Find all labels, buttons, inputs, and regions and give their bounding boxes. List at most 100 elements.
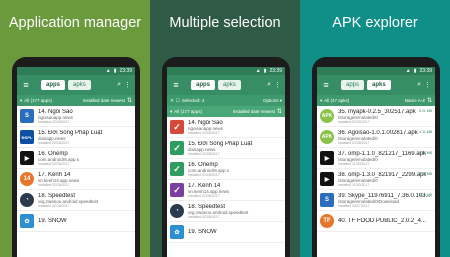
list-item[interactable]: ĐSPL 15. Đời Sống Pháp Luật doisapp.news I… [17, 127, 135, 148]
filter-label[interactable]: All (47 apks) [324, 98, 349, 103]
status-time: 23:39 [269, 68, 282, 74]
apk-date: Installed 02/28/2017 [338, 119, 370, 124]
sort-icon[interactable]: ⇅ [127, 97, 132, 104]
apk-icon: APK [320, 130, 334, 144]
apk-size: 31.9 MB [418, 193, 432, 197]
list-item[interactable]: TF 40. TF FOOD PUBLIC_2.0.2_4... [317, 211, 435, 232]
list-item[interactable]: ◔ 18. Speedtest org.zwanoo.android.speedt… [167, 201, 285, 222]
speedometer-icon: ◔ [170, 204, 184, 218]
app-date: Installed 02/28/2017 [38, 203, 70, 208]
apk-size: 5.21 MB [418, 109, 432, 113]
panel-apk-explorer: APK explorer ▲ ▮ 23:39 ≡ apps apks ⌕ ⋮ ▾ [300, 0, 450, 257]
app-icon: ĐSPL [20, 130, 34, 144]
sort-label[interactable]: Installed date newest [83, 98, 125, 103]
panel-title: Multiple selection [169, 15, 281, 31]
tab-apks[interactable]: apks [218, 80, 241, 90]
menu-icon[interactable]: ≡ [171, 80, 181, 90]
list-item[interactable]: APK 36. Agoisao-1.0.1.002817.apk/storage… [317, 127, 435, 148]
sort-label[interactable]: Name A-Z [405, 98, 425, 103]
list-item[interactable]: APK 35. myapk-0.2.5_302517.apk/storage/e… [317, 106, 435, 127]
list-item[interactable]: S 14. Ngôi Sao ngoisaoapp.news Installed 0… [17, 106, 135, 127]
filter-chevron-icon[interactable]: ▾ [170, 109, 172, 115]
play-icon: ▶ [320, 172, 334, 186]
toolbar: ≡ apps apks ⌕ ⋮ [317, 75, 435, 95]
tab-group: apps apks [191, 80, 241, 90]
tab-group: apps apks [341, 80, 391, 90]
list-item[interactable]: ▶ 16. Onemp com.androidr8.app.s Installed … [17, 148, 135, 169]
play-icon: ▶ [320, 151, 334, 165]
list-item[interactable]: ✿ 19. SNOW [17, 211, 135, 232]
tab-apks[interactable]: apks [68, 80, 91, 90]
status-bar: ▲ ▮ 23:39 [17, 67, 135, 75]
panel-title: Application manager [8, 15, 142, 31]
list-item[interactable]: ✓ 14. Ngôi Sao ngoisaoapp.news Installed 0… [167, 117, 285, 138]
battery-icon: ▮ [263, 68, 267, 74]
app-icon: ✿ [20, 214, 34, 228]
sort-icon[interactable]: ⇅ [277, 108, 282, 115]
battery-icon: ▮ [113, 68, 117, 74]
signal-icon: ▲ [405, 68, 411, 74]
filter-chevron-icon[interactable]: ▾ [20, 98, 22, 104]
list-item[interactable]: ✓ 15. Đời Sống Pháp Luật doisapp.news Inst… [167, 138, 285, 159]
tab-apps[interactable]: apps [191, 80, 216, 90]
search-icon[interactable]: ⌕ [267, 81, 271, 89]
search-icon[interactable]: ⌕ [117, 81, 121, 89]
app-icon: ✿ [170, 225, 184, 239]
tab-apks[interactable]: apks [367, 80, 391, 90]
menu-icon[interactable]: ≡ [321, 80, 331, 90]
tab-apps[interactable]: apps [41, 80, 66, 90]
apk-date: Installed 02/27/2017 [338, 203, 370, 208]
list-item[interactable]: ✿ 19. SNOW [167, 222, 285, 243]
apk-icon: APK [320, 109, 334, 123]
apk-icon: TF [320, 214, 334, 228]
app-name: 19. SNOW [38, 218, 67, 224]
battery-icon: ▮ [413, 68, 417, 74]
apk-list: APK 35. myapk-0.2.5_302517.apk/storage/e… [317, 106, 435, 232]
menu-icon[interactable]: ≡ [21, 80, 31, 90]
checked-icon[interactable]: ✓ [170, 141, 184, 155]
app-date: Installed 02/28/2017 [188, 172, 220, 177]
app-date: Installed 02/28/2017 [38, 140, 70, 145]
checked-icon[interactable]: ✓ [170, 120, 184, 134]
apk-size: 6.81 MB [418, 151, 432, 155]
list-item[interactable]: ▶ 38. omp-1.3.0_821917_2299.apk/storage/… [317, 169, 435, 190]
filter-label[interactable]: All (177 apps) [24, 98, 52, 103]
signal-icon: ▲ [255, 68, 261, 74]
app-date: Installed 02/28/2017 [188, 130, 220, 135]
apk-name: 40. TF FOOD PUBLIC_2.0.2_4... [338, 218, 426, 224]
checked-icon[interactable]: ✓ [170, 183, 184, 197]
more-icon[interactable]: ⋮ [124, 81, 131, 89]
app-list: S 14. Ngôi Sao ngoisaoapp.news Installed 0… [17, 106, 135, 232]
more-icon[interactable]: ⋮ [424, 81, 431, 89]
filter-label[interactable]: All (177 apps) [174, 109, 202, 114]
search-icon[interactable]: ⌕ [417, 81, 421, 89]
play-icon: ▶ [20, 151, 34, 165]
list-item[interactable]: ▶ 37. omp-1.1.0_821217_1169.apk/storage/… [317, 148, 435, 169]
selection-bar: ✕ ☐ Selected: 4 Options ▾ [167, 95, 285, 106]
panel-multiple-selection: Multiple selection ▲ ▮ 23:39 ≡ apps apks… [150, 0, 300, 257]
select-all-icon[interactable]: ☐ [176, 98, 180, 104]
sort-label[interactable]: Installed date newest [233, 109, 275, 114]
sort-icon[interactable]: ⇅ [427, 97, 432, 104]
list-item[interactable]: 14 17. Kênh 14 vn.kenh14.app.news Installe… [17, 169, 135, 190]
app-name: 19. SNOW [188, 229, 217, 235]
panel-title: APK explorer [332, 15, 418, 31]
filter-chevron-icon[interactable]: ▾ [320, 98, 322, 104]
more-icon[interactable]: ⋮ [274, 81, 281, 89]
apk-size: 8.12 MB [418, 172, 432, 176]
list-item[interactable]: ✓ 17. Kênh 14 vn.kenh14.app.news Installed… [167, 180, 285, 201]
checked-icon[interactable]: ✓ [170, 162, 184, 176]
options-dropdown[interactable]: Options ▾ [263, 98, 282, 104]
signal-icon: ▲ [105, 68, 111, 74]
app-date: Installed 02/28/2017 [38, 161, 70, 166]
list-item[interactable]: ✓ 16. Onemp com.androidr8.app.s Installed … [167, 159, 285, 180]
list-item[interactable]: S 39. Skype_11976911_7.36.0.103.../stora… [317, 190, 435, 211]
status-bar: ▲ ▮ 23:39 [167, 67, 285, 75]
status-time: 23:39 [419, 68, 432, 74]
tab-apps[interactable]: apps [341, 80, 365, 90]
list-item[interactable]: ◔ 18. Speedtest org.zwanoo.android.speedt… [17, 190, 135, 211]
skype-icon: S [320, 193, 334, 207]
apk-name: 39. Skype_11976911_7.36.0.103... [338, 192, 431, 199]
app-date: Installed 02/28/2017 [38, 119, 70, 124]
close-icon[interactable]: ✕ [170, 98, 174, 104]
